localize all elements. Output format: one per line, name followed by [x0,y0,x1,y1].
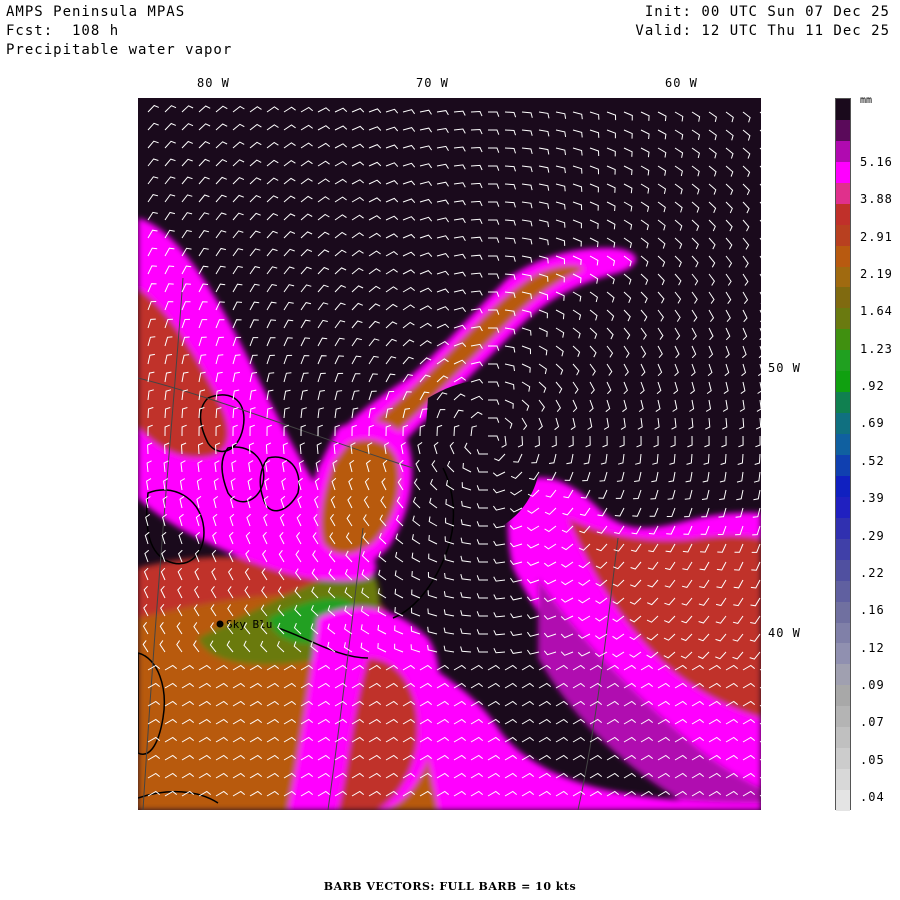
init-time: Init: 00 UTC Sun 07 Dec 25 [644,4,890,20]
colorbar-swatch [836,140,850,163]
colorbar-tick-label: .52 [860,453,885,468]
colorbar-swatch [836,99,850,121]
station-marker [216,620,224,628]
colorbar-swatch [836,664,850,686]
colorbar-swatch [836,287,850,309]
valid-time: Valid: 12 UTC Thu 11 Dec 25 [635,23,890,39]
colorbar-swatch [836,769,850,791]
colorbar-swatch [836,643,850,665]
colorbar-swatch [836,161,850,184]
colorbar-swatch [836,580,850,603]
lon-label-60w: 60 W [665,76,698,90]
colorbar-tick-label: .22 [860,565,885,580]
colorbar-swatch [836,559,850,582]
colorbar-swatch [836,182,850,205]
model-title: AMPS Peninsula MPAS [6,4,186,20]
colorbar-tick-label: .29 [860,528,885,543]
colorbar-swatch [836,119,850,142]
colorbar-tick-label: .07 [860,715,885,730]
colorbar [835,98,851,812]
lat-label-40w: 40 W [768,626,801,640]
colorbar-tick-label: .92 [860,379,885,394]
title-block: AMPS Peninsula MPAS Fcst: 108 h Precipit… [6,3,232,60]
station-label: Sky Blu [226,618,272,631]
colorbar-swatch [836,706,850,728]
colorbar-tick-label: .69 [860,416,885,431]
forecast-hour: Fcst: 108 h [6,23,120,39]
colorbar-swatch [836,203,850,226]
colorbar-swatch [836,245,850,268]
colorbar-swatch [836,266,850,288]
colorbar-tick-label: .05 [860,752,885,767]
lat-label-50w: 50 W [768,361,801,375]
colorbar-unit: mm [860,95,873,106]
map-svg: Sky Blu [138,98,761,810]
colorbar-swatch [836,392,850,414]
colorbar-tick-label: .39 [860,491,885,506]
colorbar-tick-label: 3.88 [860,192,893,207]
colorbar-tick-label: 2.19 [860,267,893,282]
colorbar-swatch [836,727,850,749]
colorbar-tick-label: 2.91 [860,229,893,244]
barb-legend: BARB VECTORS: FULL BARB = 10 kts [323,880,577,893]
colorbar-swatch [836,517,850,540]
colorbar-swatch [836,622,850,644]
colorbar-swatch [836,538,850,561]
colorbar-swatch [836,350,850,372]
colorbar-swatch [836,601,850,624]
colorbar-tick-label: .16 [860,603,885,618]
colorbar-swatch [836,748,850,770]
colorbar-swatch [836,371,850,393]
colorbar-tick-label: .12 [860,640,885,655]
field-name: Precipitable water vapor [6,42,233,58]
colorbar-tick-label: .04 [860,790,885,804]
colorbar-tick-label: 1.23 [860,341,893,356]
colorbar-tick-label: 5.16 [860,155,893,169]
colorbar-tick-label: 1.64 [860,304,893,319]
colorbar-swatch [836,224,850,247]
colorbar-swatch [836,790,850,812]
colorbar-swatch [836,413,850,435]
colorbar-swatch [836,475,850,498]
lon-label-70w: 70 W [416,76,449,90]
colorbar-swatch [836,434,850,456]
colorbar-swatch [836,685,850,707]
colorbar-swatch [836,496,850,519]
lon-label-80w: 80 W [197,76,230,90]
map-panel: Sky Blu [138,98,761,810]
time-block: Init: 00 UTC Sun 07 Dec 25 Valid: 12 UTC… [635,3,890,41]
colorbar-swatch [836,329,850,351]
colorbar-swatch [836,308,850,330]
colorbar-tick-label: .09 [860,677,885,692]
colorbar-swatch [836,455,850,477]
